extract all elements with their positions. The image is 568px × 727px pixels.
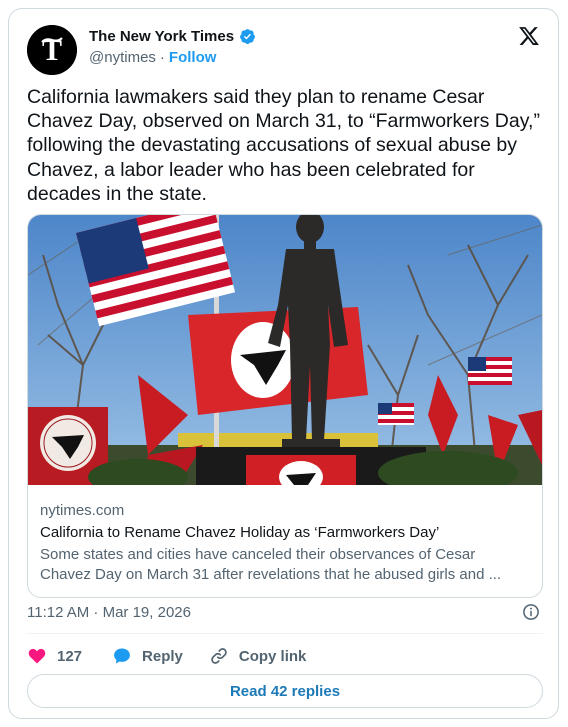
link-title: California to Rename Chavez Holiday as ‘… [40, 524, 440, 541]
like-count: 127 [57, 647, 83, 665]
x-logo-icon[interactable] [518, 25, 540, 47]
heart-icon [28, 648, 46, 664]
handle-row: @nytimes · Follow [89, 49, 216, 66]
account-handle[interactable]: @nytimes [89, 49, 156, 66]
like-button[interactable]: 127 [27, 646, 82, 666]
reply-button[interactable]: Reply [112, 646, 183, 666]
info-icon[interactable] [522, 603, 540, 621]
account-name-row: The New York Times [89, 28, 256, 45]
copy-link-button[interactable]: Copy link [209, 646, 307, 666]
article-image [28, 215, 542, 485]
link-description: Some states and cities have canceled the… [40, 546, 502, 583]
tweet-timestamp[interactable]: 11:12 AM · Mar 19, 2026 [27, 604, 191, 621]
verified-badge-icon [240, 29, 255, 45]
link-domain: nytimes.com [40, 502, 125, 519]
divider [27, 633, 543, 634]
reply-bubble-icon [114, 648, 130, 664]
nyt-logo-icon: T [27, 25, 77, 75]
tweet-card: T The New York Times @nytimes · Follow C… [8, 8, 559, 719]
reply-label: Reply [142, 647, 183, 665]
link-preview-card[interactable]: nytimes.com California to Rename Chavez … [27, 214, 543, 598]
separator-dot: · [159, 49, 165, 66]
action-bar: 127 Reply Copy link [27, 645, 306, 667]
read-replies-button[interactable]: Read 42 replies [27, 674, 543, 708]
tweet-text: California lawmakers said they plan to r… [27, 86, 540, 205]
copy-link-label: Copy link [238, 647, 307, 665]
nyt-avatar[interactable]: T [27, 25, 77, 75]
account-name[interactable]: The New York Times [89, 28, 234, 45]
link-icon [211, 648, 227, 664]
follow-button[interactable]: Follow [169, 49, 217, 66]
